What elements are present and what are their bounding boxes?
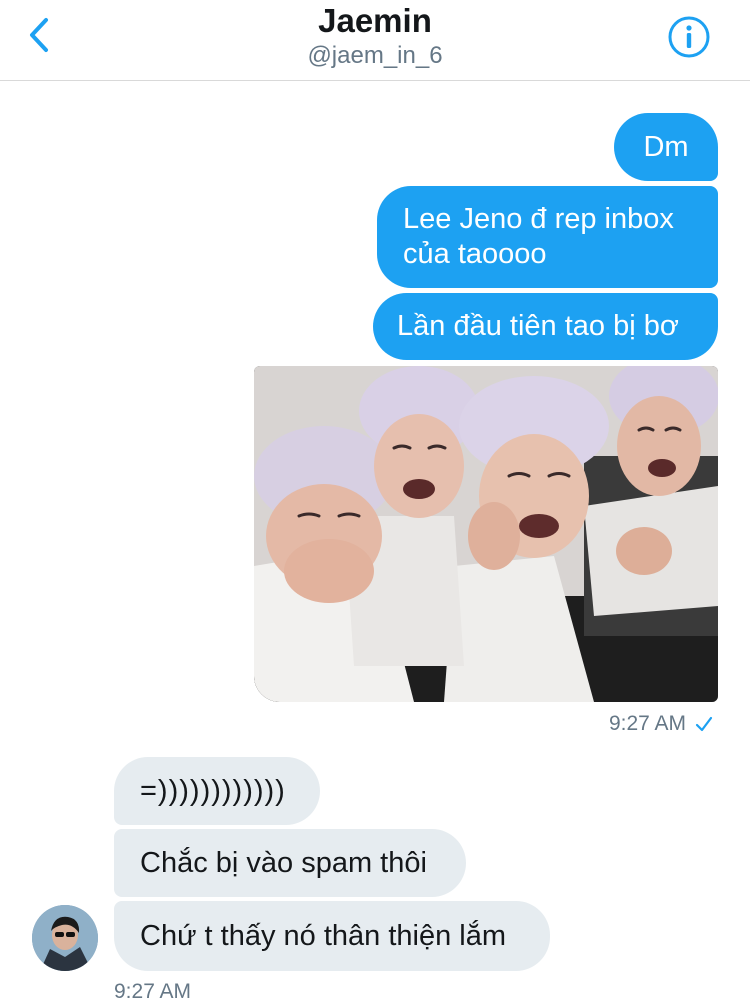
received-message-bubble[interactable]: =))))))))))))	[114, 757, 320, 825]
avatar[interactable]	[32, 905, 98, 971]
sent-message-bubble[interactable]: Lần đầu tiên tao bị bơ	[373, 293, 718, 360]
avatar-photo	[32, 905, 98, 971]
sent-message-bubble[interactable]: Dm	[614, 113, 718, 181]
sent-message-bubble[interactable]: Lee Jeno đ rep inbox của taoooo	[377, 186, 718, 288]
conversation-title[interactable]: Jaemin	[0, 2, 750, 40]
received-message-bubble[interactable]: Chứ t thấy nó thân thiện lắm	[114, 901, 550, 971]
received-timestamp: 9:27 AM	[114, 980, 192, 1003]
message-text: Chắc bị vào spam thôi	[140, 846, 427, 879]
message-text: Lee Jeno đ rep inbox của taoooo	[403, 203, 674, 270]
sent-photo[interactable]	[254, 366, 718, 702]
sent-timestamp: 9:27 AM	[608, 712, 686, 735]
message-text: Chứ t thấy nó thân thiện lắm	[140, 919, 507, 952]
conversation-header: Jaemin @jaem_in_6	[0, 0, 750, 81]
checkmark-icon	[695, 716, 713, 732]
info-button[interactable]	[666, 14, 712, 60]
message-text: Lần đầu tiên tao bị bơ	[397, 310, 679, 342]
conversation-handle[interactable]: @jaem_in_6	[0, 42, 750, 70]
message-text: Dm	[643, 130, 689, 163]
info-circle-icon	[668, 16, 710, 58]
meme-photo	[254, 366, 718, 702]
received-message-bubble[interactable]: Chắc bị vào spam thôi	[114, 829, 466, 897]
message-text: =))))))))))))	[140, 774, 286, 807]
